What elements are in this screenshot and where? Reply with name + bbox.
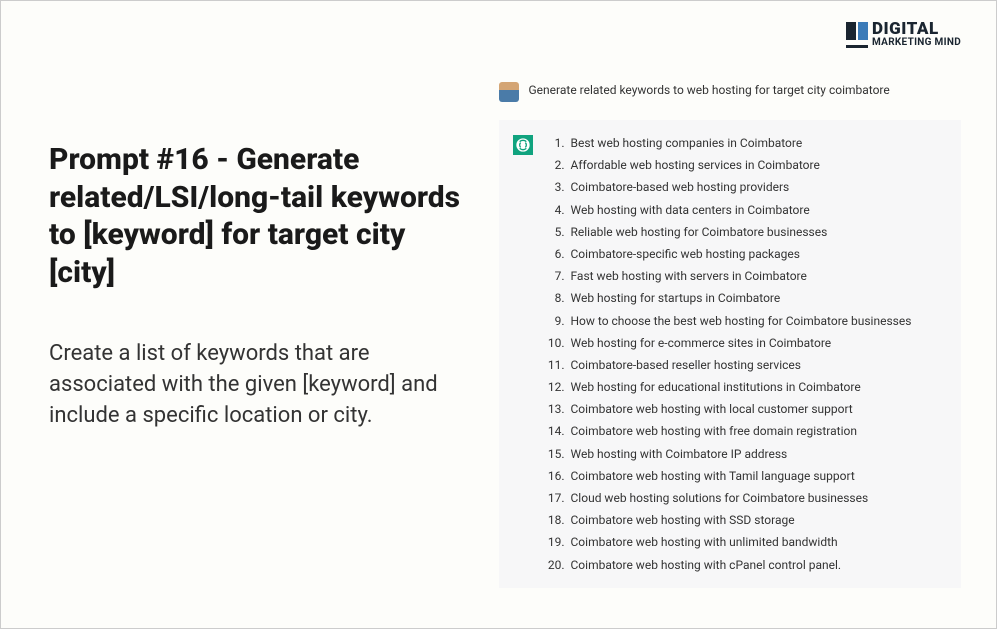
list-item: How to choose the best web hosting for C… (543, 310, 912, 332)
list-item: Coimbatore web hosting with Tamil langua… (543, 465, 912, 487)
right-panel: Generate related keywords to web hosting… (499, 81, 997, 628)
list-item: Best web hosting companies in Coimbatore (543, 132, 912, 154)
list-item: Cloud web hosting solutions for Coimbato… (543, 487, 912, 509)
list-item: Web hosting for startups in Coimbatore (543, 287, 912, 309)
user-avatar-icon (499, 82, 519, 102)
list-item: Coimbatore-based reseller hosting servic… (543, 354, 912, 376)
main-heading: Prompt #16 - Generate related/LSI/long-t… (49, 141, 469, 291)
response-panel: Best web hosting companies in Coimbatore… (499, 120, 962, 588)
list-item: Affordable web hosting services in Coimb… (543, 154, 912, 176)
list-item: Web hosting for educational institutions… (543, 376, 912, 398)
list-item: Fast web hosting with servers in Coimbat… (543, 265, 912, 287)
list-item: Web hosting with data centers in Coimbat… (543, 199, 912, 221)
user-prompt-row: Generate related keywords to web hosting… (499, 81, 962, 102)
list-item: Coimbatore web hosting with SSD storage (543, 509, 912, 531)
logo-text: DIGITAL MARKETING MIND (872, 21, 961, 48)
list-item: Web hosting for e-commerce sites in Coim… (543, 332, 912, 354)
list-item: Coimbatore-specific web hosting packages (543, 243, 912, 265)
description: Create a list of keywords that are assoc… (49, 339, 469, 431)
keyword-list: Best web hosting companies in Coimbatore… (543, 132, 912, 576)
list-item: Coimbatore web hosting with free domain … (543, 420, 912, 442)
list-item: Coimbatore web hosting with local custom… (543, 398, 912, 420)
logo: DIGITAL MARKETING MIND (846, 21, 961, 48)
chatgpt-icon (513, 135, 533, 155)
list-item: Coimbatore web hosting with cPanel contr… (543, 554, 912, 576)
list-item: Coimbatore-based web hosting providers (543, 176, 912, 198)
logo-text-bottom: MARKETING MIND (872, 38, 961, 48)
left-panel: Prompt #16 - Generate related/LSI/long-t… (1, 81, 499, 628)
logo-text-top: DIGITAL (872, 21, 961, 38)
list-item: Web hosting with Coimbatore IP address (543, 443, 912, 465)
list-item: Reliable web hosting for Coimbatore busi… (543, 221, 912, 243)
prompt-text: Generate related keywords to web hosting… (529, 81, 890, 97)
list-item: Coimbatore web hosting with unlimited ba… (543, 531, 912, 553)
logo-icon (846, 22, 868, 48)
